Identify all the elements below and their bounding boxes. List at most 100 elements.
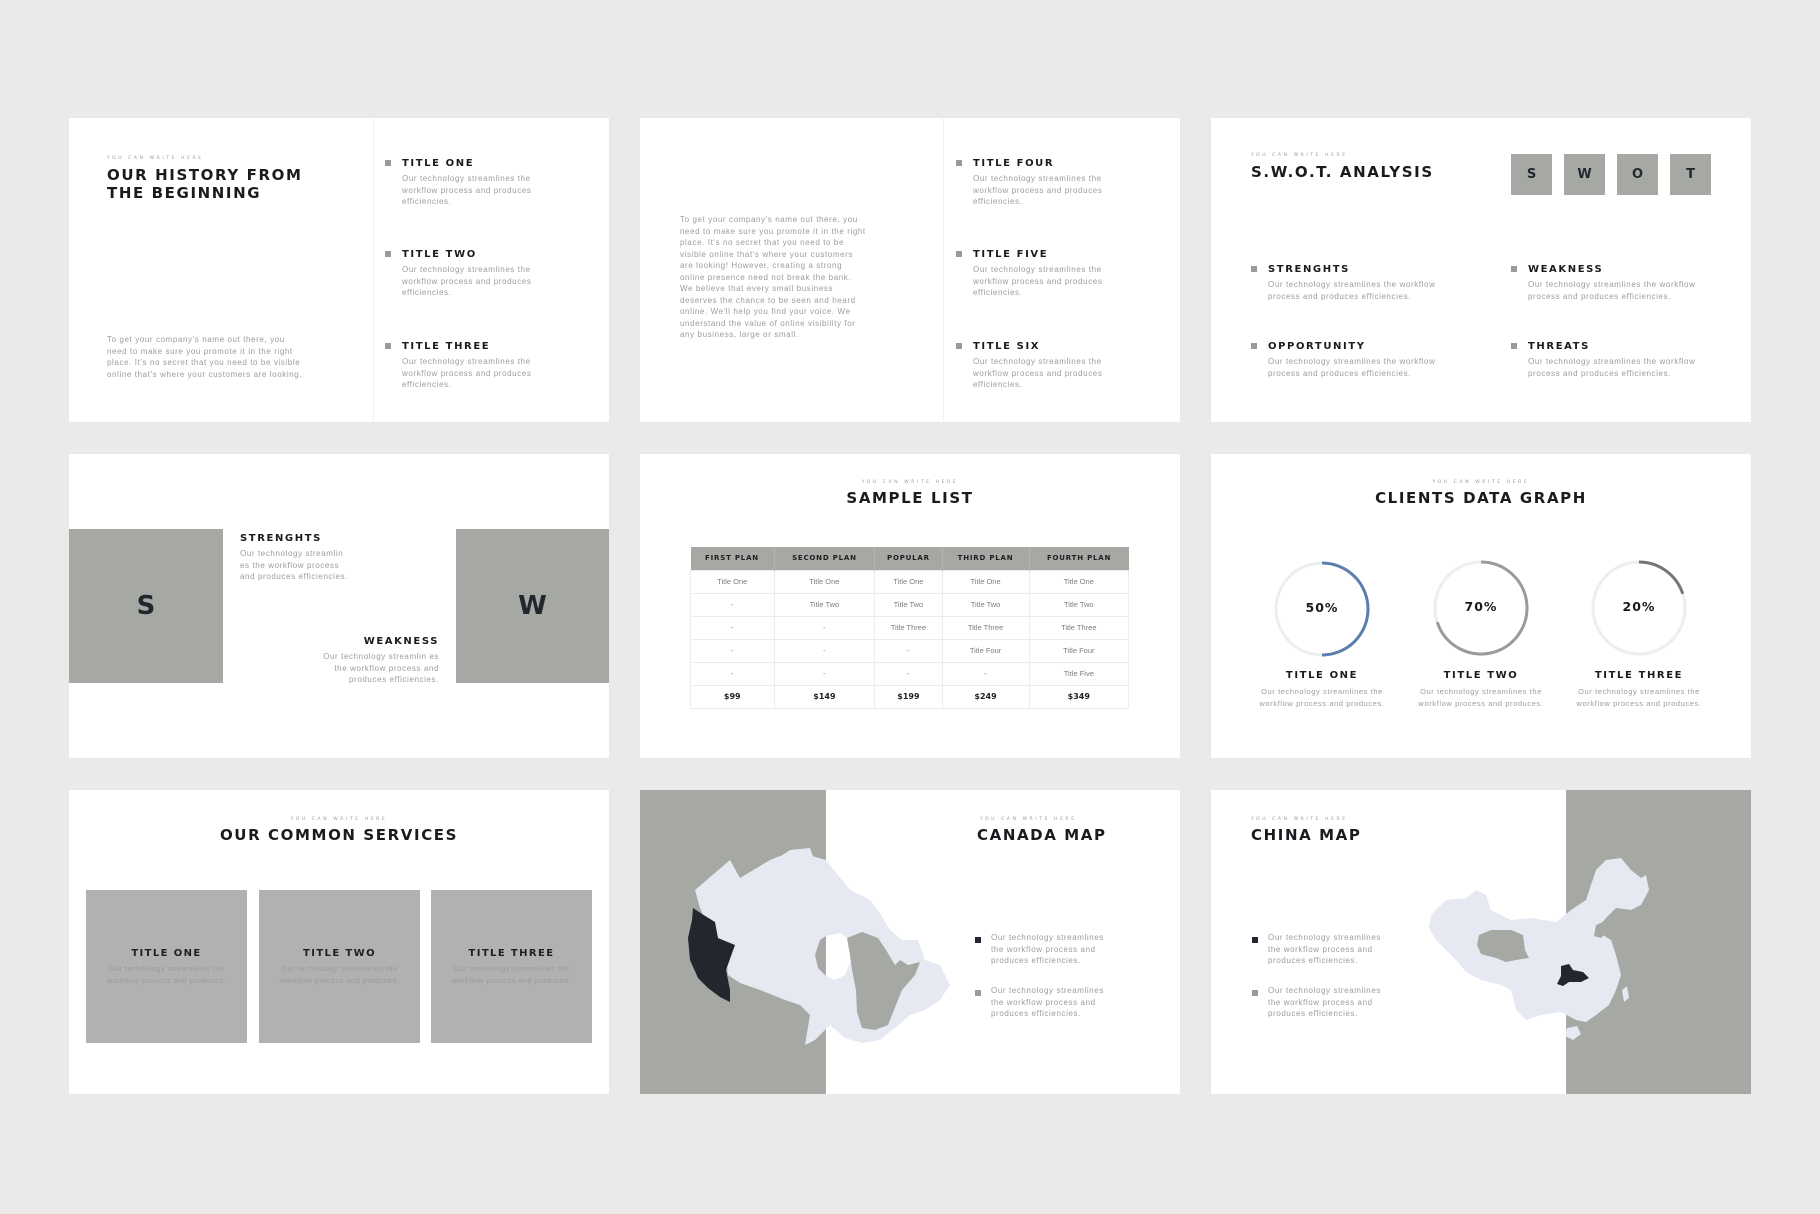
slide-title: S.W.O.T. ANALYSIS xyxy=(1251,163,1434,181)
map-region-hainan xyxy=(1565,1026,1581,1040)
table-cell: - xyxy=(773,638,876,663)
item-text: Our technology streamlines the workflow … xyxy=(973,265,1103,297)
table-cell: - xyxy=(690,661,775,686)
ring-title: TITLE THREE xyxy=(1594,670,1684,681)
service-card[interactable]: TITLE TWO Our technology streamlines the… xyxy=(259,890,420,1043)
ring-text: Our technology streamlines the workflow … xyxy=(1576,687,1702,708)
table-cell: Title One xyxy=(874,569,943,594)
pricing-table: FIRST PLAN SECOND PLAN POPULAR THIRD PLA… xyxy=(690,547,1130,709)
slide-strengths-weakness[interactable]: S W STRENGHTS Our technology streamlin e… xyxy=(69,454,609,758)
square-bullet-icon xyxy=(1511,343,1517,349)
slide-common-services[interactable]: YOU CAN WRITE HERE OUR COMMON SERVICES T… xyxy=(69,790,609,1094)
table-cell: Title Two xyxy=(874,592,943,617)
table-row: - - Title Three Title Three Title Three xyxy=(690,615,1130,640)
price-cell: $249 xyxy=(941,684,1030,709)
legend-text: Our technology streamlines the workflow … xyxy=(991,986,1104,1018)
column-header: THIRD PLAN xyxy=(942,547,1030,570)
table-cell: Title Four xyxy=(1028,638,1130,663)
table-cell: Title Two xyxy=(941,592,1030,617)
square-bullet-icon xyxy=(1251,343,1257,349)
item-title: STRENGHTS xyxy=(1268,264,1350,275)
column-header: FOURTH PLAN xyxy=(1029,547,1129,570)
table-cell: Title One xyxy=(690,569,775,594)
slide-clients-data-graph[interactable]: YOU CAN WRITE HERE CLIENTS DATA GRAPH 50… xyxy=(1211,454,1751,758)
weakness-text: Our technology streamlin es the workflow… xyxy=(323,652,439,684)
item-text: Our technology streamlines the workflow … xyxy=(1528,280,1696,301)
slide-caption: YOU CAN WRITE HERE xyxy=(861,480,959,485)
slide-history-continued[interactable]: To get your company's name out there, yo… xyxy=(640,118,1180,422)
column-header: SECOND PLAN xyxy=(774,547,876,570)
ring-value-label: 50% xyxy=(1305,600,1339,615)
service-text: Our technology streamlines the workflow … xyxy=(451,964,572,985)
column-header: FIRST PLAN xyxy=(690,547,775,570)
table-cell: - xyxy=(773,661,876,686)
slide-caption: YOU CAN WRITE HERE xyxy=(290,817,388,822)
table-cell: - xyxy=(690,592,775,617)
service-card[interactable]: TITLE THREE Our technology streamlines t… xyxy=(431,890,592,1043)
ring-text: Our technology streamlines the workflow … xyxy=(1418,687,1544,708)
item-text: Our technology streamlines the workflow … xyxy=(402,357,532,389)
map-region-taiwan xyxy=(1622,986,1629,1002)
table-cell: - xyxy=(773,615,876,640)
slide-canada-map[interactable]: YOU CAN WRITE HERE CANADA MAP Our techno… xyxy=(640,790,1180,1094)
letter-box-s: S xyxy=(69,529,223,683)
slide-caption: YOU CAN WRITE HERE xyxy=(1251,153,1348,158)
slide-caption: YOU CAN WRITE HERE xyxy=(1251,817,1348,822)
item-text: Our technology streamlines the workflow … xyxy=(1268,280,1436,301)
square-bullet-icon xyxy=(956,251,962,257)
column-divider xyxy=(373,118,374,422)
slide-history[interactable]: YOU CAN WRITE HERE OUR HISTORY FROM THE … xyxy=(69,118,609,422)
table-cell: Title Two xyxy=(773,592,876,617)
swot-letter-t: T xyxy=(1670,154,1711,195)
slide-caption: YOU CAN WRITE HERE xyxy=(980,817,1077,822)
slide-title-line1: OUR HISTORY FROM xyxy=(107,166,303,184)
table-row: - Title Two Title Two Title Two Title Tw… xyxy=(690,592,1130,617)
legend-text: Our technology streamlines the workflow … xyxy=(1268,986,1381,1018)
item-text: Our technology streamlines the workflow … xyxy=(973,357,1103,389)
square-bullet-icon xyxy=(956,343,962,349)
table-cell: - xyxy=(941,661,1030,686)
item-title: THREATS xyxy=(1528,341,1590,352)
service-title: TITLE TWO xyxy=(302,948,376,959)
column-header: POPULAR xyxy=(874,547,943,570)
long-paragraph: To get your company's name out there, yo… xyxy=(680,215,866,339)
table-row: Title One Title One Title One Title One … xyxy=(690,569,1130,594)
slide-china-map[interactable]: YOU CAN WRITE HERE CHINA MAP Our technol… xyxy=(1211,790,1751,1094)
slide-title: CANADA MAP xyxy=(977,826,1107,844)
letter-box-w: W xyxy=(456,529,609,683)
item-title: WEAKNESS xyxy=(1528,264,1604,275)
item-title: TITLE SIX xyxy=(973,341,1041,352)
square-bullet-icon xyxy=(1251,266,1257,272)
slide-caption: YOU CAN WRITE HERE xyxy=(107,156,204,161)
weakness-title: WEAKNESS xyxy=(363,636,439,647)
legend-square-grey-icon xyxy=(975,990,981,996)
table-cell: Title Five xyxy=(1028,661,1130,686)
slide-title: OUR COMMON SERVICES xyxy=(219,826,459,844)
square-bullet-icon xyxy=(1511,266,1517,272)
item-text: Our technology streamlines the workflow … xyxy=(1528,357,1696,378)
item-title: TITLE TWO xyxy=(402,249,477,260)
price-cell: $99 xyxy=(690,684,775,709)
service-title: TITLE THREE xyxy=(468,948,555,959)
table-cell: - xyxy=(690,615,775,640)
slide-title-line2: THE BEGINNING xyxy=(107,184,262,202)
map-region-china xyxy=(1429,858,1649,1022)
column-divider xyxy=(943,118,944,422)
table-cell: Title Three xyxy=(1028,615,1130,640)
legend-square-dark-icon xyxy=(1252,937,1258,943)
legend-square-grey-icon xyxy=(1252,990,1258,996)
ring-arc xyxy=(1638,560,1685,595)
table-cell: - xyxy=(690,638,775,663)
slide-sample-list[interactable]: YOU CAN WRITE HERE SAMPLE LIST FIRST PLA… xyxy=(640,454,1180,758)
service-card[interactable]: TITLE ONE Our technology streamlines the… xyxy=(86,890,247,1043)
table-cell: Title One xyxy=(941,569,1030,594)
strengths-text: Our technology streamlin es the workflow… xyxy=(240,549,348,581)
slide-swot-analysis[interactable]: YOU CAN WRITE HERE S.W.O.T. ANALYSIS S W… xyxy=(1211,118,1751,422)
item-title: TITLE ONE xyxy=(402,158,475,169)
table-cell: Title Four xyxy=(941,638,1030,663)
table-header-row: FIRST PLAN SECOND PLAN POPULAR THIRD PLA… xyxy=(690,547,1129,570)
ring-value-label: 20% xyxy=(1622,599,1656,614)
legend-text: Our technology streamlines the workflow … xyxy=(991,933,1104,965)
swot-letter-s: S xyxy=(1511,154,1552,195)
price-cell: $349 xyxy=(1028,684,1130,709)
